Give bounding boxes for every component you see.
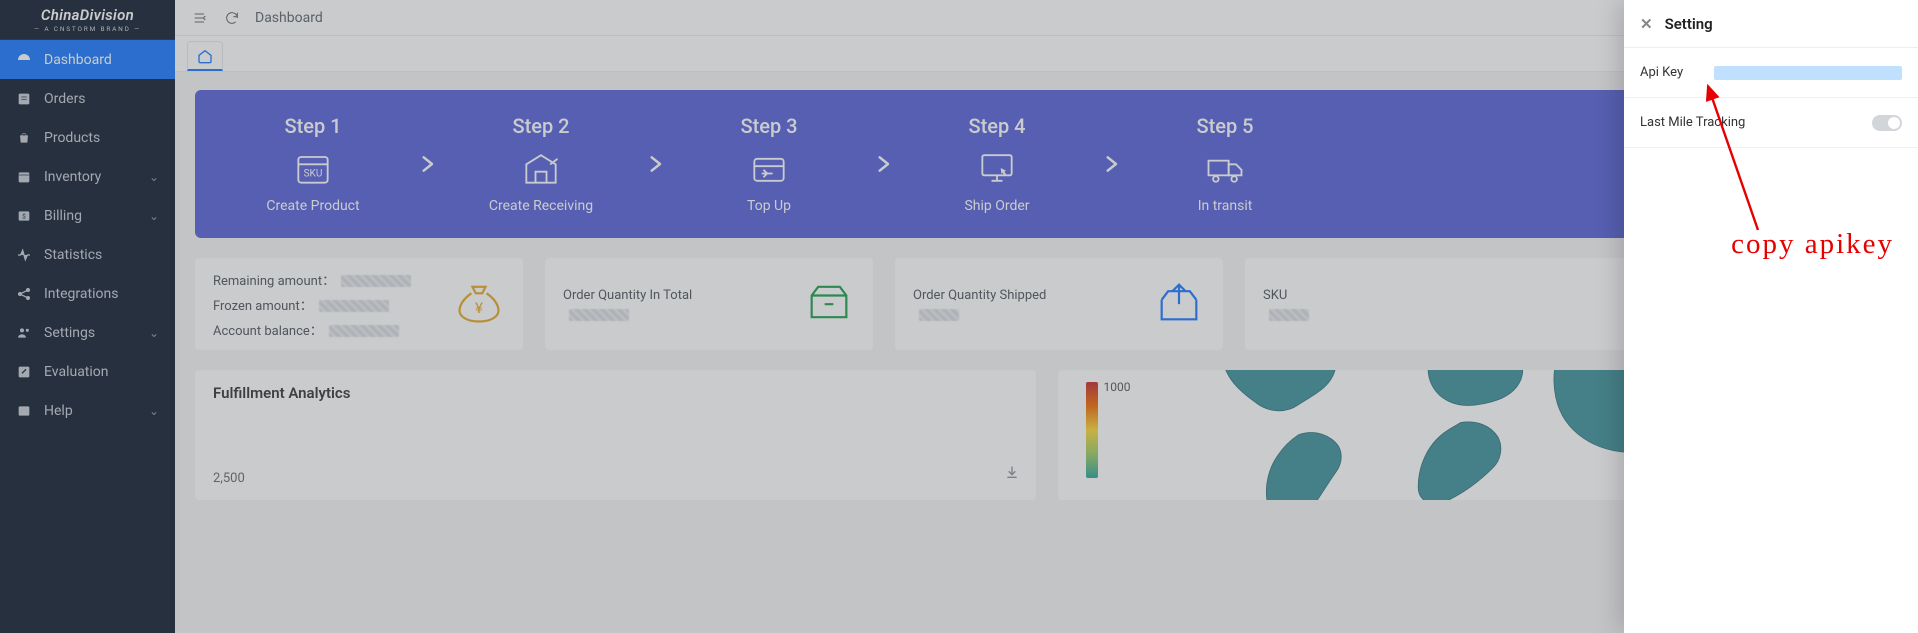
apikey-value-highlighted[interactable] bbox=[1714, 66, 1902, 80]
drawer-row-apikey: Api Key bbox=[1624, 48, 1918, 98]
drawer-title: Setting bbox=[1665, 15, 1713, 33]
annotation-text: copy apikey bbox=[1731, 228, 1894, 261]
drawer-header: ✕ Setting bbox=[1624, 0, 1918, 48]
close-icon[interactable]: ✕ bbox=[1640, 15, 1653, 33]
tracking-toggle[interactable] bbox=[1872, 115, 1902, 131]
apikey-label: Api Key bbox=[1640, 65, 1683, 80]
tracking-label: Last Mile Tracking bbox=[1640, 115, 1745, 130]
settings-drawer: ✕ Setting Api Key Last Mile Tracking bbox=[1624, 0, 1918, 633]
drawer-row-tracking: Last Mile Tracking bbox=[1624, 98, 1918, 148]
